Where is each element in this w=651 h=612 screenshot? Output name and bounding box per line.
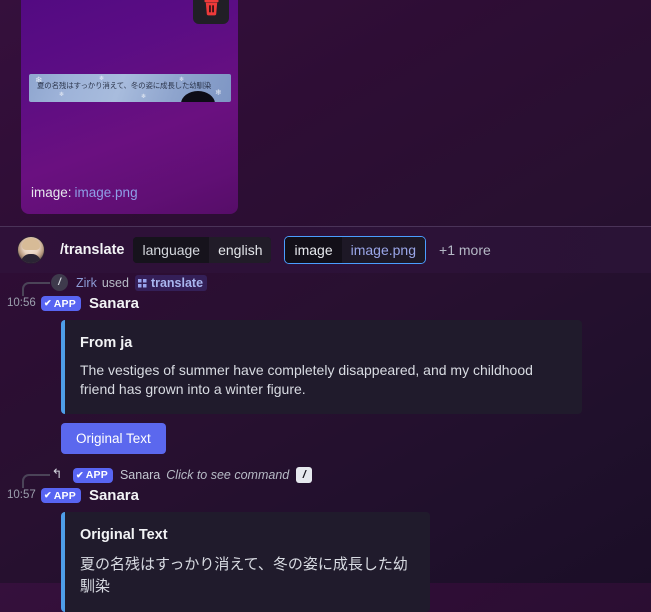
message-embed: Original Text 夏の名残はすっかり消えて、冬の姿に成長した幼馴染 xyxy=(61,512,430,612)
embed-title: From ja xyxy=(80,334,566,352)
apps-grid-icon xyxy=(138,279,147,288)
command-option-image[interactable]: image image.png xyxy=(284,236,426,264)
slash-command-system-line[interactable]: / Zirk used translate xyxy=(0,273,651,293)
message-group: / Zirk used translate 10:56 ✔ APP Sanara… xyxy=(0,273,651,454)
slash-command-icon: / xyxy=(51,274,68,291)
trash-icon xyxy=(203,0,220,16)
message-embed: From ja The vestiges of summer have comp… xyxy=(61,320,582,414)
attachment-filename-label: image: xyxy=(31,185,72,200)
thumbnail-silhouette xyxy=(181,91,215,102)
delete-attachment-button[interactable] xyxy=(193,0,229,24)
attachment-thumbnail: ❄ ❄ ❄ ❄ ❄ ❄ 夏の名残はすっかり消えて、冬の姿に成長した幼馴染 xyxy=(29,74,231,102)
thumbnail-caption: 夏の名残はすっかり消えて、冬の姿に成長した幼馴染 xyxy=(37,81,225,91)
message-timestamp: 10:56 xyxy=(7,297,36,309)
verified-check-icon: ✔ xyxy=(44,490,52,501)
system-line-command-pill[interactable]: translate xyxy=(135,275,207,291)
command-option-language-value: english xyxy=(209,237,271,263)
command-option-image-key: image xyxy=(285,237,341,263)
verified-check-icon: ✔ xyxy=(44,298,52,309)
system-line-user[interactable]: Zirk xyxy=(76,276,97,290)
message-author-name[interactable]: Sanara xyxy=(89,295,139,312)
embed-action-row: Original Text xyxy=(61,423,651,454)
snowflake-icon: ❄ xyxy=(59,92,64,98)
verified-check-icon: ✔ xyxy=(76,470,84,481)
slash-command-glyph-icon: / xyxy=(296,467,312,483)
command-more-options[interactable]: +1 more xyxy=(439,242,491,258)
app-badge-label: APP xyxy=(54,490,76,502)
reply-arrow-icon: ↰ xyxy=(48,465,66,483)
app-badge-label: APP xyxy=(54,298,76,310)
command-name: /translate xyxy=(60,242,124,258)
system-line-action: used xyxy=(102,276,129,290)
reply-app-badge-label: APP xyxy=(86,469,108,481)
attachment-filename: image:image.png xyxy=(31,184,138,201)
reply-app-badge: ✔ APP xyxy=(73,468,113,483)
slash-command-bar[interactable]: /translate language english image image.… xyxy=(0,226,651,273)
attachment-preview-zone: ❄ ❄ ❄ ❄ ❄ ❄ 夏の名残はすっかり消えて、冬の姿に成長した幼馴染 ima… xyxy=(0,0,651,226)
attachment-card[interactable]: ❄ ❄ ❄ ❄ ❄ ❄ 夏の名残はすっかり消えて、冬の姿に成長した幼馴染 ima… xyxy=(21,0,238,214)
reply-preview-text[interactable]: Click to see command xyxy=(166,468,289,482)
system-line-command-label: translate xyxy=(151,276,203,290)
message-timestamp: 10:57 xyxy=(7,489,36,501)
embed-description: 夏の名残はすっかり消えて、冬の姿に成長した幼馴染 xyxy=(80,553,414,597)
original-text-button[interactable]: Original Text xyxy=(61,423,166,454)
message-author-name[interactable]: Sanara xyxy=(89,487,139,504)
app-badge: ✔ APP xyxy=(41,488,81,503)
command-option-image-value: image.png xyxy=(342,237,425,263)
message-author-line: 10:56 ✔ APP Sanara xyxy=(0,293,651,314)
app-badge: ✔ APP xyxy=(41,296,81,311)
reply-reference-line[interactable]: ↰ ✔ APP Sanara Click to see command / xyxy=(0,465,651,485)
message-group: ↰ ✔ APP Sanara Click to see command / 10… xyxy=(0,465,651,612)
message-list: / Zirk used translate 10:56 ✔ APP Sanara… xyxy=(0,273,651,583)
command-option-language-key: language xyxy=(133,237,209,263)
attachment-filename-value: image.png xyxy=(75,185,138,200)
snowflake-icon: ❄ xyxy=(141,94,146,100)
embed-description: The vestiges of summer have completely d… xyxy=(80,361,566,399)
command-option-language[interactable]: language english xyxy=(133,237,271,263)
reply-author-name[interactable]: Sanara xyxy=(120,468,160,482)
message-author-line: 10:57 ✔ APP Sanara xyxy=(0,485,651,506)
avatar xyxy=(17,236,45,264)
embed-title: Original Text xyxy=(80,526,414,544)
